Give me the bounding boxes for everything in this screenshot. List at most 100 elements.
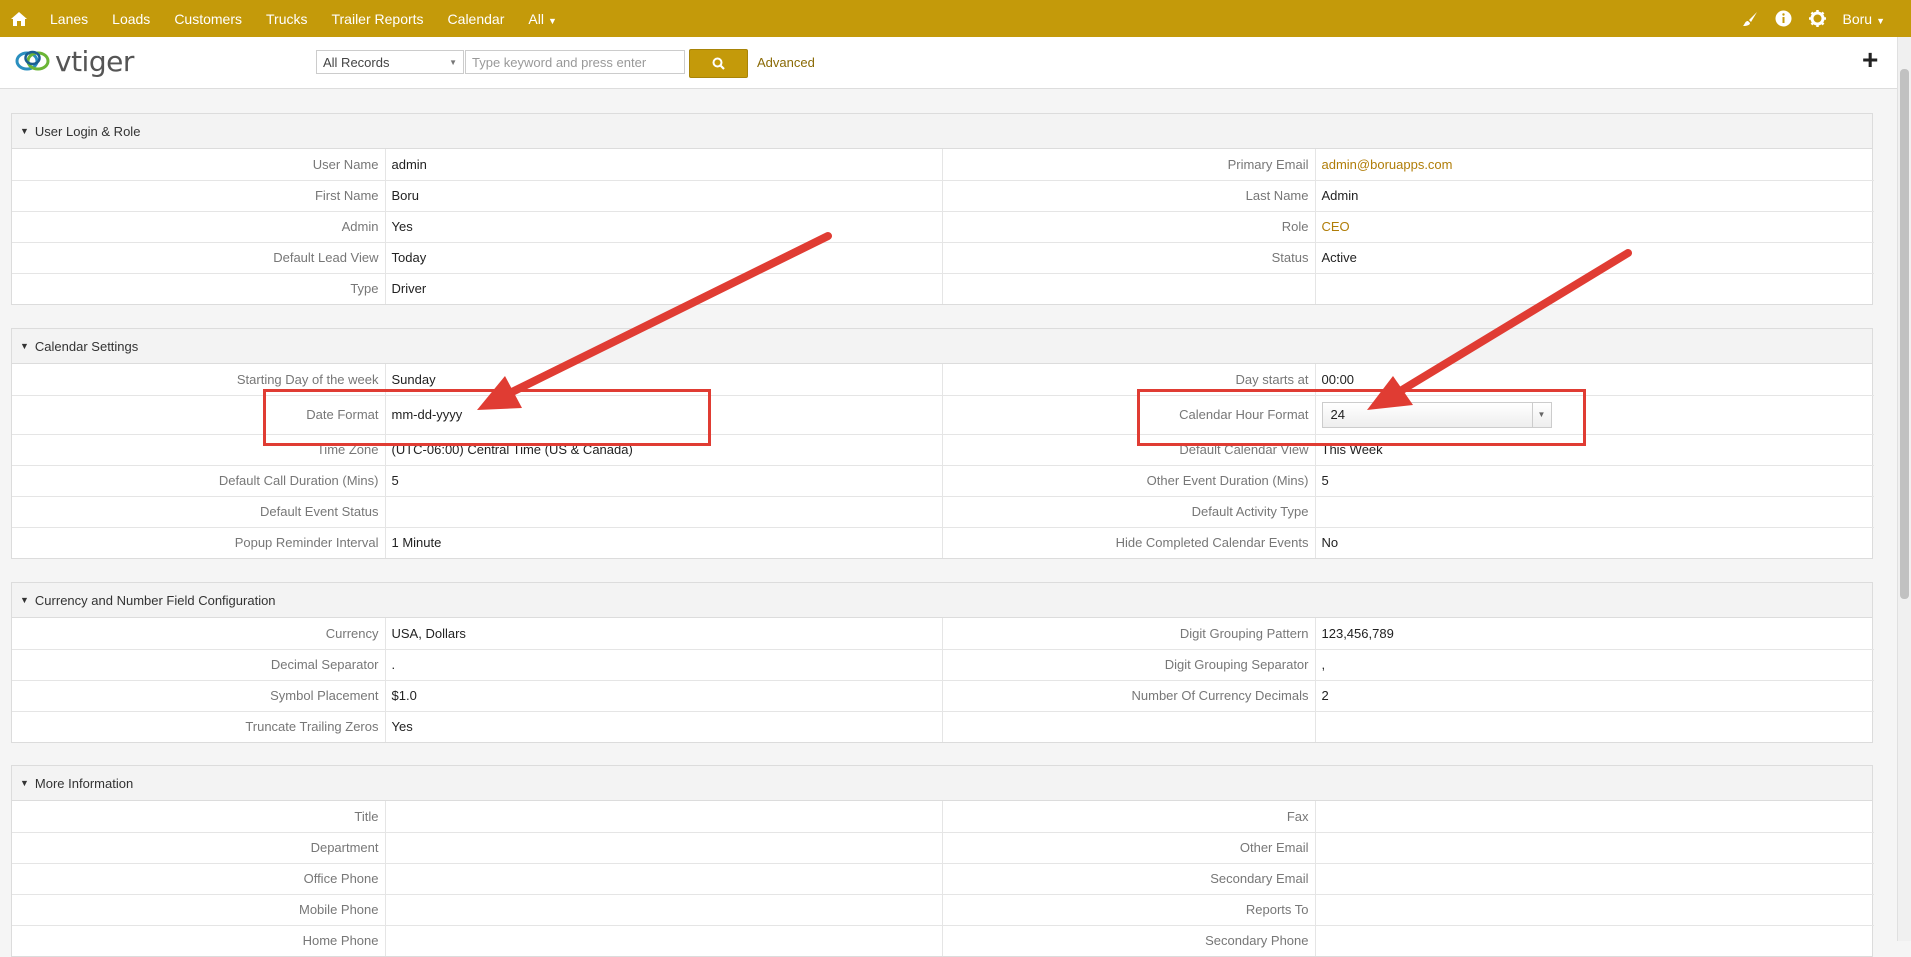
nav-item-trucks[interactable]: Trucks (254, 11, 319, 27)
nav-item-all-label: All (528, 11, 544, 27)
field-label: Status (942, 242, 1315, 273)
field-label: Popup Reminder Interval (12, 527, 385, 558)
nav-item-all[interactable]: All ▼ (516, 11, 568, 27)
field-value[interactable]: 2 (1315, 680, 1874, 711)
hour-format-value: 24 (1331, 407, 1345, 422)
search-button[interactable] (689, 49, 748, 78)
field-value[interactable] (385, 863, 942, 894)
nav-item-loads[interactable]: Loads (100, 11, 162, 27)
field-label: Primary Email (942, 149, 1315, 180)
field-value[interactable]: 00:00 (1315, 364, 1874, 395)
record-filter-select[interactable]: All Records ▼ (316, 50, 464, 74)
home-icon[interactable] (0, 0, 38, 37)
field-label: Reports To (942, 894, 1315, 925)
field-value[interactable] (1315, 801, 1874, 832)
date-format-value[interactable]: mm-dd-yyyy (385, 395, 942, 434)
table-row: Time Zone (UTC-06:00) Central Time (US &… (12, 434, 1874, 465)
block-user-login-role: ▼User Login & Role User Name admin Prima… (11, 113, 1873, 305)
gear-icon[interactable] (1809, 10, 1827, 28)
block-title: Calendar Settings (35, 339, 138, 354)
field-value[interactable]: USA, Dollars (385, 618, 942, 649)
field-label: Number Of Currency Decimals (942, 680, 1315, 711)
field-value[interactable]: $1.0 (385, 680, 942, 711)
field-value (1315, 711, 1874, 742)
field-value[interactable]: Boru (385, 180, 942, 211)
user-name: Boru (1843, 11, 1873, 27)
field-value[interactable]: , (1315, 649, 1874, 680)
field-value[interactable] (1315, 496, 1874, 527)
nav-item-trailer-reports[interactable]: Trailer Reports (319, 11, 435, 27)
quick-create-plus-icon[interactable]: + (1862, 46, 1878, 74)
field-value[interactable]: Sunday (385, 364, 942, 395)
field-value[interactable]: No (1315, 527, 1874, 558)
search-input[interactable] (465, 50, 685, 74)
vtiger-logo[interactable]: vtiger (14, 45, 134, 77)
field-value[interactable]: 1 Minute (385, 527, 942, 558)
block-header[interactable]: ▼More Information (12, 766, 1872, 801)
top-nav-right: Boru▼ (1741, 10, 1911, 28)
block-header[interactable]: ▼User Login & Role (12, 114, 1872, 149)
field-label: Digit Grouping Separator (942, 649, 1315, 680)
chevron-down-icon: ▼ (548, 16, 557, 26)
field-label: Default Event Status (12, 496, 385, 527)
nav-item-customers[interactable]: Customers (162, 11, 254, 27)
field-value[interactable]: (UTC-06:00) Central Time (US & Canada) (385, 434, 942, 465)
collapse-triangle-icon: ▼ (20, 778, 29, 788)
field-label: Fax (942, 801, 1315, 832)
field-value[interactable]: Yes (385, 211, 942, 242)
field-label: Last Name (942, 180, 1315, 211)
block-header[interactable]: ▼ Calendar Settings (12, 329, 1872, 364)
chevron-down-icon: ▼ (449, 58, 457, 67)
nav-item-calendar[interactable]: Calendar (436, 11, 517, 27)
field-value[interactable] (385, 894, 942, 925)
role-link[interactable]: CEO (1315, 211, 1874, 242)
field-value[interactable]: Admin (1315, 180, 1874, 211)
field-label: Default Call Duration (Mins) (12, 465, 385, 496)
vertical-scrollbar[interactable] (1897, 37, 1911, 941)
field-value[interactable]: Today (385, 242, 942, 273)
field-value[interactable]: Active (1315, 242, 1874, 273)
logo-icon (14, 47, 52, 75)
user-menu[interactable]: Boru▼ (1843, 11, 1886, 27)
field-value[interactable] (385, 496, 942, 527)
scrollbar-thumb[interactable] (1900, 69, 1909, 599)
field-value[interactable]: This Week (1315, 434, 1874, 465)
table-row: Admin Yes Role CEO (12, 211, 1874, 242)
info-icon[interactable] (1775, 10, 1793, 28)
table-row: Mobile Phone Reports To (12, 894, 1874, 925)
top-nav: Lanes Loads Customers Trucks Trailer Rep… (0, 0, 1911, 37)
field-label: Mobile Phone (12, 894, 385, 925)
calendar-hour-format-select[interactable]: 24 ▼ (1322, 402, 1552, 428)
field-value[interactable]: 123,456,789 (1315, 618, 1874, 649)
field-value[interactable] (1315, 894, 1874, 925)
collapse-triangle-icon: ▼ (20, 341, 29, 351)
table-row: First Name Boru Last Name Admin (12, 180, 1874, 211)
field-value[interactable]: Driver (385, 273, 942, 304)
advanced-search-link[interactable]: Advanced (757, 55, 815, 70)
field-label: Time Zone (12, 434, 385, 465)
field-value[interactable] (1315, 832, 1874, 863)
field-label: Hide Completed Calendar Events (942, 527, 1315, 558)
field-label: Title (12, 801, 385, 832)
field-value[interactable]: 5 (385, 465, 942, 496)
field-label: User Name (12, 149, 385, 180)
block-more-information: ▼More Information Title Fax Department O… (11, 765, 1873, 957)
logo-text: vtiger (55, 45, 134, 78)
field-value[interactable] (385, 801, 942, 832)
field-label: Secondary Email (942, 863, 1315, 894)
field-value[interactable] (1315, 863, 1874, 894)
paintbrush-icon[interactable] (1741, 10, 1759, 28)
nav-item-lanes[interactable]: Lanes (38, 11, 100, 27)
email-link[interactable]: admin@boruapps.com (1315, 149, 1874, 180)
field-value[interactable]: . (385, 649, 942, 680)
field-value[interactable] (385, 832, 942, 863)
field-table: User Name admin Primary Email admin@boru… (12, 149, 1874, 304)
field-label: Other Event Duration (Mins) (942, 465, 1315, 496)
field-value[interactable]: Yes (385, 711, 942, 742)
hour-format-cell: 24 ▼ (1315, 395, 1874, 434)
block-header[interactable]: ▼Currency and Number Field Configuration (12, 583, 1872, 618)
field-value[interactable]: admin (385, 149, 942, 180)
field-value[interactable]: 5 (1315, 465, 1874, 496)
field-label: Day starts at (942, 364, 1315, 395)
field-label: Admin (12, 211, 385, 242)
